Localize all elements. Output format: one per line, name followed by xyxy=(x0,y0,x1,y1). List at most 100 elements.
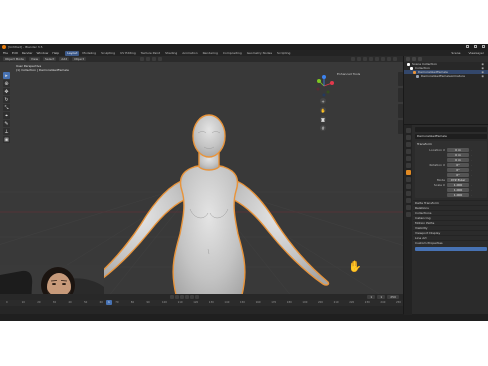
annotate-icon[interactable]: ✎ xyxy=(3,120,10,127)
line-art-selector[interactable] xyxy=(415,247,487,251)
tab-animation[interactable]: Animation xyxy=(180,51,199,56)
menu-window[interactable]: Window xyxy=(37,51,49,55)
scale-icon[interactable]: ⤡ xyxy=(3,104,10,111)
lock-icon[interactable]: · xyxy=(471,183,475,187)
gizmo-toggle-icon[interactable] xyxy=(357,57,361,61)
view-menu[interactable]: View xyxy=(28,57,41,61)
current-frame-field[interactable]: 1 xyxy=(367,295,376,299)
rotation-z-field[interactable]: 0° xyxy=(447,172,469,177)
prev-keyframe-icon[interactable] xyxy=(175,295,179,299)
add-menu[interactable]: Add xyxy=(59,57,70,61)
rendered-shading-icon[interactable] xyxy=(393,57,397,61)
xray-icon[interactable] xyxy=(369,57,373,61)
render-tab-icon[interactable] xyxy=(405,135,411,140)
properties-search[interactable] xyxy=(415,127,487,132)
timeline-track[interactable] xyxy=(0,306,403,314)
menu-help[interactable]: Help xyxy=(52,51,59,55)
particles-tab-icon[interactable] xyxy=(405,184,411,189)
location-x-field[interactable]: 0 m xyxy=(447,147,469,152)
mode-selector[interactable]: Object Mode xyxy=(3,57,26,61)
object-tab-icon[interactable] xyxy=(405,170,411,175)
pivot-icon[interactable] xyxy=(146,57,150,61)
material-shading-icon[interactable] xyxy=(387,57,391,61)
location-z-field[interactable]: 0 m xyxy=(447,157,469,162)
physics-tab-icon[interactable] xyxy=(405,191,411,196)
world-tab-icon[interactable] xyxy=(405,163,411,168)
view-layer-tab-icon[interactable] xyxy=(405,149,411,154)
jump-start-icon[interactable] xyxy=(170,295,174,299)
constraints-tab-icon[interactable] xyxy=(405,198,411,203)
lock-icon[interactable]: · xyxy=(471,153,475,157)
data-tab-icon[interactable] xyxy=(405,205,411,210)
visibility-icon[interactable] xyxy=(351,57,355,61)
rotate-icon[interactable]: ↻ xyxy=(3,96,10,103)
material-tab-icon[interactable] xyxy=(405,212,411,217)
transform-icon[interactable]: ⌖ xyxy=(3,112,10,119)
tab-texture-paint[interactable]: Texture Paint xyxy=(139,51,162,56)
minimize-icon[interactable] xyxy=(466,45,469,48)
add-cube-icon[interactable]: ▣ xyxy=(3,136,10,143)
end-frame-field[interactable]: 250 xyxy=(387,295,399,299)
tab-rendering[interactable]: Rendering xyxy=(201,51,220,56)
next-keyframe-icon[interactable] xyxy=(190,295,194,299)
select-box-icon[interactable]: ▸ xyxy=(3,72,10,79)
modifier-tab-icon[interactable] xyxy=(405,177,411,182)
tab-uv-editing[interactable]: UV Editing xyxy=(118,51,138,56)
scale-z-field[interactable]: 1.000 xyxy=(447,192,469,197)
scene-tab-icon[interactable] xyxy=(405,156,411,161)
menu-file[interactable]: File xyxy=(3,51,8,55)
tab-modeling[interactable]: Modeling xyxy=(80,51,98,56)
lock-icon[interactable]: · xyxy=(471,188,475,192)
move-icon[interactable]: ✥ xyxy=(3,88,10,95)
wireframe-shading-icon[interactable] xyxy=(375,57,379,61)
proportional-edit-icon[interactable] xyxy=(158,57,162,61)
lock-icon[interactable]: · xyxy=(471,193,475,197)
object-menu[interactable]: Object xyxy=(72,57,86,61)
output-tab-icon[interactable] xyxy=(405,142,411,147)
close-icon[interactable] xyxy=(482,45,485,48)
start-frame-field[interactable]: 1 xyxy=(377,295,386,299)
3d-viewport[interactable]: User Perspective (1) Collection | Demora… xyxy=(0,62,403,307)
scene-selector[interactable]: Scene xyxy=(451,51,460,55)
lock-icon[interactable]: · xyxy=(471,163,475,167)
tab-shading[interactable]: Shading xyxy=(163,51,179,56)
lock-icon[interactable]: · xyxy=(471,173,475,177)
play-icon[interactable] xyxy=(185,295,189,299)
location-y-field[interactable]: 0 m xyxy=(447,152,469,157)
lock-icon[interactable]: · xyxy=(471,148,475,152)
rotation-mode-dropdown[interactable]: XYZ Euler xyxy=(447,177,469,182)
tab-geometry-nodes[interactable]: Geometry Nodes xyxy=(245,51,274,56)
snap-icon[interactable] xyxy=(152,57,156,61)
transform-orientation-icon[interactable] xyxy=(140,57,144,61)
character-model[interactable] xyxy=(86,109,332,307)
measure-icon[interactable]: ⟂ xyxy=(3,128,10,135)
rotation-y-field[interactable]: 0° xyxy=(447,167,469,172)
tab-scripting[interactable]: Scripting xyxy=(275,51,292,56)
object-name-field[interactable]: DemoralizedFemale xyxy=(415,134,487,139)
tab-compositing[interactable]: Compositing xyxy=(221,51,244,56)
filter-icon[interactable] xyxy=(418,57,422,61)
display-mode-icon[interactable] xyxy=(406,57,410,61)
outliner-row[interactable]: DemoralizedFemaleArmature ◉ xyxy=(404,74,488,78)
view-layer-selector[interactable]: ViewLayer xyxy=(469,51,484,55)
solid-shading-icon[interactable] xyxy=(381,57,385,61)
select-menu[interactable]: Select xyxy=(43,57,57,61)
lock-icon[interactable]: · xyxy=(471,158,475,162)
eye-icon[interactable]: ◉ xyxy=(481,74,484,78)
playhead[interactable]: 1 xyxy=(106,300,112,305)
maximize-icon[interactable] xyxy=(474,45,477,48)
scale-y-field[interactable]: 1.000 xyxy=(447,187,469,192)
play-reverse-icon[interactable] xyxy=(180,295,184,299)
zoom-icon[interactable]: + xyxy=(320,98,326,104)
lock-icon[interactable]: · xyxy=(471,168,475,172)
menu-edit[interactable]: Edit xyxy=(12,51,18,55)
tool-tab-icon[interactable] xyxy=(405,128,411,133)
tab-layout[interactable]: Layout xyxy=(65,50,80,56)
scale-x-field[interactable]: 1.000 xyxy=(447,182,469,187)
panel-custom-properties[interactable]: Custom Properties xyxy=(413,240,488,245)
navigation-gizmo[interactable] xyxy=(312,74,336,98)
jump-end-icon[interactable] xyxy=(195,295,199,299)
cursor-icon[interactable]: ⊕ xyxy=(3,80,10,87)
tab-sculpting[interactable]: Sculpting xyxy=(99,51,117,56)
menu-render[interactable]: Render xyxy=(22,51,33,55)
